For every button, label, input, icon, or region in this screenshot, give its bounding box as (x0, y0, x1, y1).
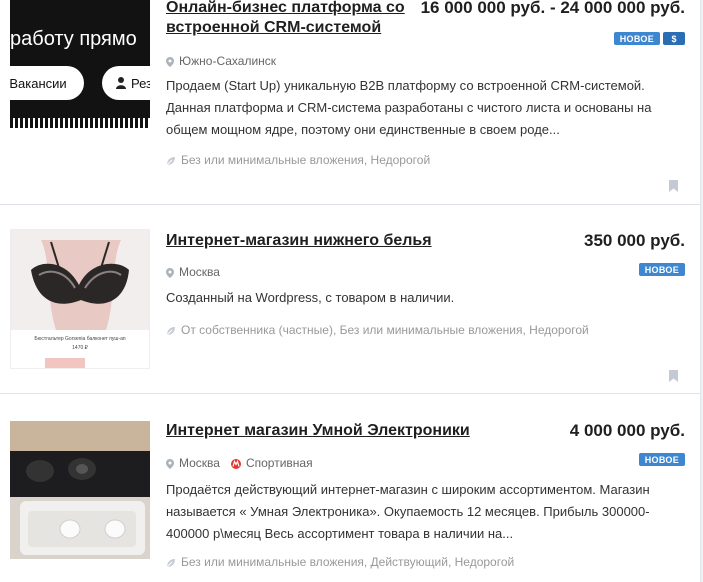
user-icon (116, 77, 126, 89)
dollar-badge-label: $ (671, 33, 677, 44)
city-label: Москва (179, 265, 220, 279)
listing-title[interactable]: Онлайн-бизнес платформа со встроенной CR… (166, 0, 426, 38)
thumb-vacancies-label: Вакансии (10, 75, 67, 91)
thumb-caption-price: 1470 ₽ (72, 345, 88, 351)
listing-tags: От собственника (частные), Без или миним… (166, 323, 589, 337)
listing-card[interactable]: Интернет магазин Умной Электроники 4 000… (0, 394, 700, 582)
tags-text: От собственника (частные), Без или миним… (181, 323, 589, 337)
listing-title-line[interactable]: Онлайн-бизнес платформа со (166, 0, 426, 18)
listing-thumbnail[interactable]: Бюстгальтер Gorsenia балконет пуш-ап 147… (10, 229, 150, 369)
thumb-resume-label: Рез (131, 75, 150, 91)
listing-thumbnail[interactable] (10, 421, 150, 559)
listing-location: Южно-Сахалинск (166, 54, 276, 68)
listing-location: Москва (166, 265, 220, 279)
thumb-resume-button: Рез (102, 66, 150, 100)
listing-title[interactable]: Интернет магазин Умной Электроники (166, 421, 470, 441)
listing-description: Продаётся действующий интернет-магазин с… (166, 482, 650, 541)
listing-badges: НОВОЕ (638, 263, 685, 276)
tags-text: Без или минимальные вложения, Действующи… (181, 555, 515, 569)
leaf-icon (166, 155, 176, 166)
listing-card[interactable]: Бюстгальтер Gorsenia балконет пуш-ап 147… (0, 205, 700, 394)
thumb-caption: Бюстгальтер Gorsenia балконет пуш-ап (34, 336, 126, 342)
listings-list: работу прямо Вакансии Рез Онлайн-бизнес … (0, 0, 701, 582)
listing-tags: Без или минимальные вложения, Недорогой (166, 153, 430, 167)
bookmark-icon[interactable] (669, 369, 678, 382)
listing-badges: НОВОЕ $ (613, 32, 685, 45)
bookmark-icon[interactable] (669, 179, 678, 192)
dollar-badge: $ (663, 32, 685, 45)
leaf-icon (166, 325, 176, 336)
thumb-vacancies-button: Вакансии (10, 66, 84, 100)
pin-icon (166, 56, 174, 67)
earbuds-photo (10, 421, 150, 559)
listing-location: Москва Спортивная (166, 456, 313, 470)
new-badge: НОВОЕ (613, 32, 660, 45)
lingerie-photo (11, 230, 149, 330)
new-badge: НОВОЕ (638, 453, 685, 466)
city-label: Южно-Сахалинск (179, 54, 277, 68)
listing-description: Продаем (Start Up) уникальную B2B платфо… (166, 78, 652, 137)
leaf-icon (166, 557, 176, 568)
metro-label: Спортивная (245, 456, 313, 470)
listing-price: 16 000 000 руб. - 24 000 000 руб. (420, 0, 685, 17)
listing-title[interactable]: Интернет-магазин нижнего белья (166, 231, 432, 251)
thumb-headline: работу прямо (10, 28, 137, 50)
new-badge: НОВОЕ (638, 263, 685, 276)
pin-icon (166, 267, 174, 278)
listing-badges: НОВОЕ (638, 453, 685, 466)
listing-description: Созданный на Wordpress, с товаром в нали… (166, 290, 455, 305)
listing-title-line[interactable]: встроенной CRM-системой (166, 18, 426, 38)
tags-text: Без или минимальные вложения, Недорогой (181, 153, 431, 167)
city-label: Москва (179, 456, 220, 470)
listing-thumbnail[interactable]: работу прямо Вакансии Рез (10, 0, 150, 128)
listing-price: 350 000 руб. (583, 231, 685, 250)
pin-icon (166, 458, 174, 469)
listing-card[interactable]: работу прямо Вакансии Рез Онлайн-бизнес … (0, 0, 700, 205)
listing-tags: Без или минимальные вложения, Действующи… (166, 555, 514, 569)
metro-icon (230, 458, 241, 469)
listing-price: 4 000 000 руб. (569, 421, 685, 440)
